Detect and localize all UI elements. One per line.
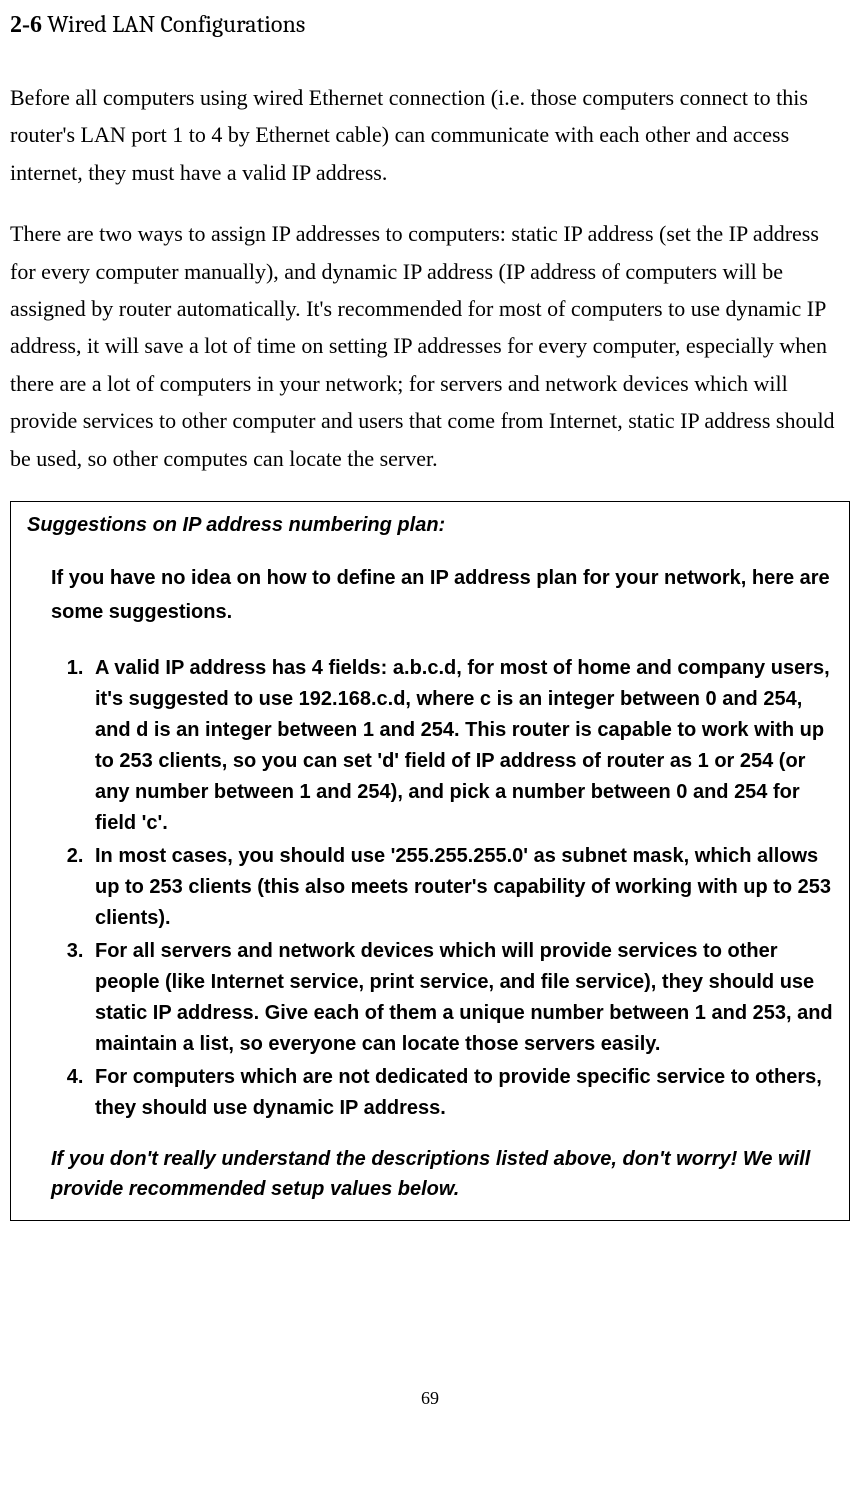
- list-item: For all servers and network devices whic…: [89, 936, 833, 1060]
- section-number: 2-6: [10, 12, 42, 38]
- box-title: Suggestions on IP address numbering plan…: [27, 514, 833, 537]
- list-item: A valid IP address has 4 fields: a.b.c.d…: [89, 653, 833, 839]
- section-header: 2-6 Wired LAN Configurations: [10, 10, 850, 39]
- list-item: In most cases, you should use '255.255.2…: [89, 841, 833, 934]
- suggestions-box: Suggestions on IP address numbering plan…: [10, 501, 850, 1221]
- box-footer: If you don't really understand the descr…: [51, 1144, 833, 1204]
- paragraph-1: Before all computers using wired Etherne…: [10, 79, 850, 191]
- section-title: Wired LAN Configurations: [42, 10, 305, 38]
- list-item: For computers which are not dedicated to…: [89, 1062, 833, 1124]
- box-intro: If you have no idea on how to define an …: [51, 561, 833, 629]
- paragraph-2: There are two ways to assign IP addresse…: [10, 215, 850, 477]
- page-number: 69: [421, 1388, 439, 1409]
- numbered-list: A valid IP address has 4 fields: a.b.c.d…: [51, 653, 833, 1124]
